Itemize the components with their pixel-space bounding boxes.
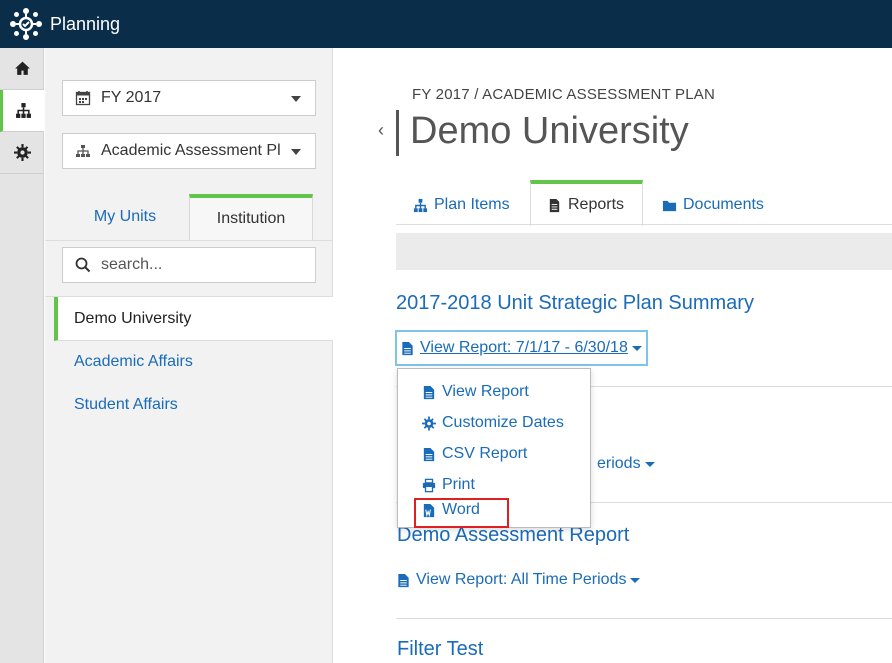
file-icon [549,198,560,212]
caret-down-icon [644,461,655,467]
file-icon [402,341,413,355]
tab-label: Documents [683,196,764,213]
tab-institution[interactable]: Institution [189,194,313,240]
sidebar-item-demo-university[interactable]: Demo University [54,297,333,341]
menu-item-label: Customize Dates [442,414,564,431]
home-icon [14,61,30,75]
sidebar-item-academic-affairs[interactable]: Academic Affairs [74,353,193,371]
gear-icon [13,144,31,161]
search-placeholder: search... [101,256,163,273]
calendar-icon [75,91,91,106]
menu-item-view-report[interactable]: View Report [422,383,529,401]
fiscal-year-select[interactable]: FY 2017 [62,80,316,116]
icon-rail [0,48,44,663]
tab-plan-items[interactable]: Plan Items [413,186,510,224]
left-panel: FY 2017 Academic Assessment Pl My Units … [45,48,333,663]
view-report-dropdown[interactable]: View Report: All Time Periods [397,570,641,590]
caret-down-icon [631,345,642,351]
rail-home[interactable] [0,48,44,90]
toolbar-band [396,233,892,270]
chevron-left-icon[interactable]: ‹ [378,120,384,141]
top-bar: Planning [0,0,892,48]
menu-item-label: Print [442,476,475,493]
rail-planning[interactable] [0,90,44,132]
tab-label: Plan Items [434,196,510,213]
plan-select[interactable]: Academic Assessment Pl [62,133,316,169]
title-accent [396,110,399,156]
page-title: Demo University [410,110,689,152]
divider [45,240,333,241]
plan-value: Academic Assessment Pl [101,142,281,159]
report-dropdown-menu: View Report Customize Dates CSV Report P… [397,368,591,528]
chevron-down-icon [291,149,301,155]
tab-my-units[interactable]: My Units [62,194,188,240]
sidebar-tabs: My Units Institution [62,194,333,240]
search-input[interactable]: search... [62,247,316,283]
sitemap-icon [76,145,90,157]
highlight-box [414,498,509,528]
planning-logo-icon[interactable] [8,6,44,42]
menu-item-customize-dates[interactable]: Customize Dates [422,414,564,432]
tab-label: Reports [568,196,625,213]
rail-settings[interactable] [0,132,44,174]
sidebar-item-student-affairs[interactable]: Student Affairs [74,396,178,414]
gear-icon [422,416,436,430]
fiscal-year-value: FY 2017 [101,89,162,106]
search-icon [75,257,91,273]
view-report-dropdown[interactable]: eriods [597,454,655,474]
breadcrumb: FY 2017 / ACADEMIC ASSESSMENT PLAN [412,86,716,103]
file-icon [423,447,435,461]
file-icon [423,385,435,399]
menu-item-print[interactable]: Print [422,476,475,494]
sitemap-icon [413,198,428,212]
view-report-label: View Report: 7/1/17 - 6/30/18 [420,339,628,356]
file-icon [398,573,409,587]
chevron-down-icon [291,96,301,102]
view-report-dropdown[interactable]: View Report: 7/1/17 - 6/30/18 [395,330,648,366]
report-title[interactable]: 2017-2018 Unit Strategic Plan Summary [396,292,754,315]
divider [396,618,892,619]
folder-icon [662,200,677,211]
menu-item-label: CSV Report [442,445,528,462]
report-title[interactable]: Filter Test [397,638,483,661]
caret-down-icon [630,577,641,583]
print-icon [422,478,436,492]
sitemap-icon [16,103,31,118]
view-report-label: eriods [597,455,641,472]
menu-item-csv-report[interactable]: CSV Report [422,445,527,463]
app-title: Planning [50,13,121,34]
menu-item-label: View Report [442,383,529,400]
divider [396,224,892,225]
tab-reports[interactable]: Reports [530,180,643,226]
tab-documents[interactable]: Documents [662,186,764,224]
view-report-label: View Report: All Time Periods [416,571,627,588]
